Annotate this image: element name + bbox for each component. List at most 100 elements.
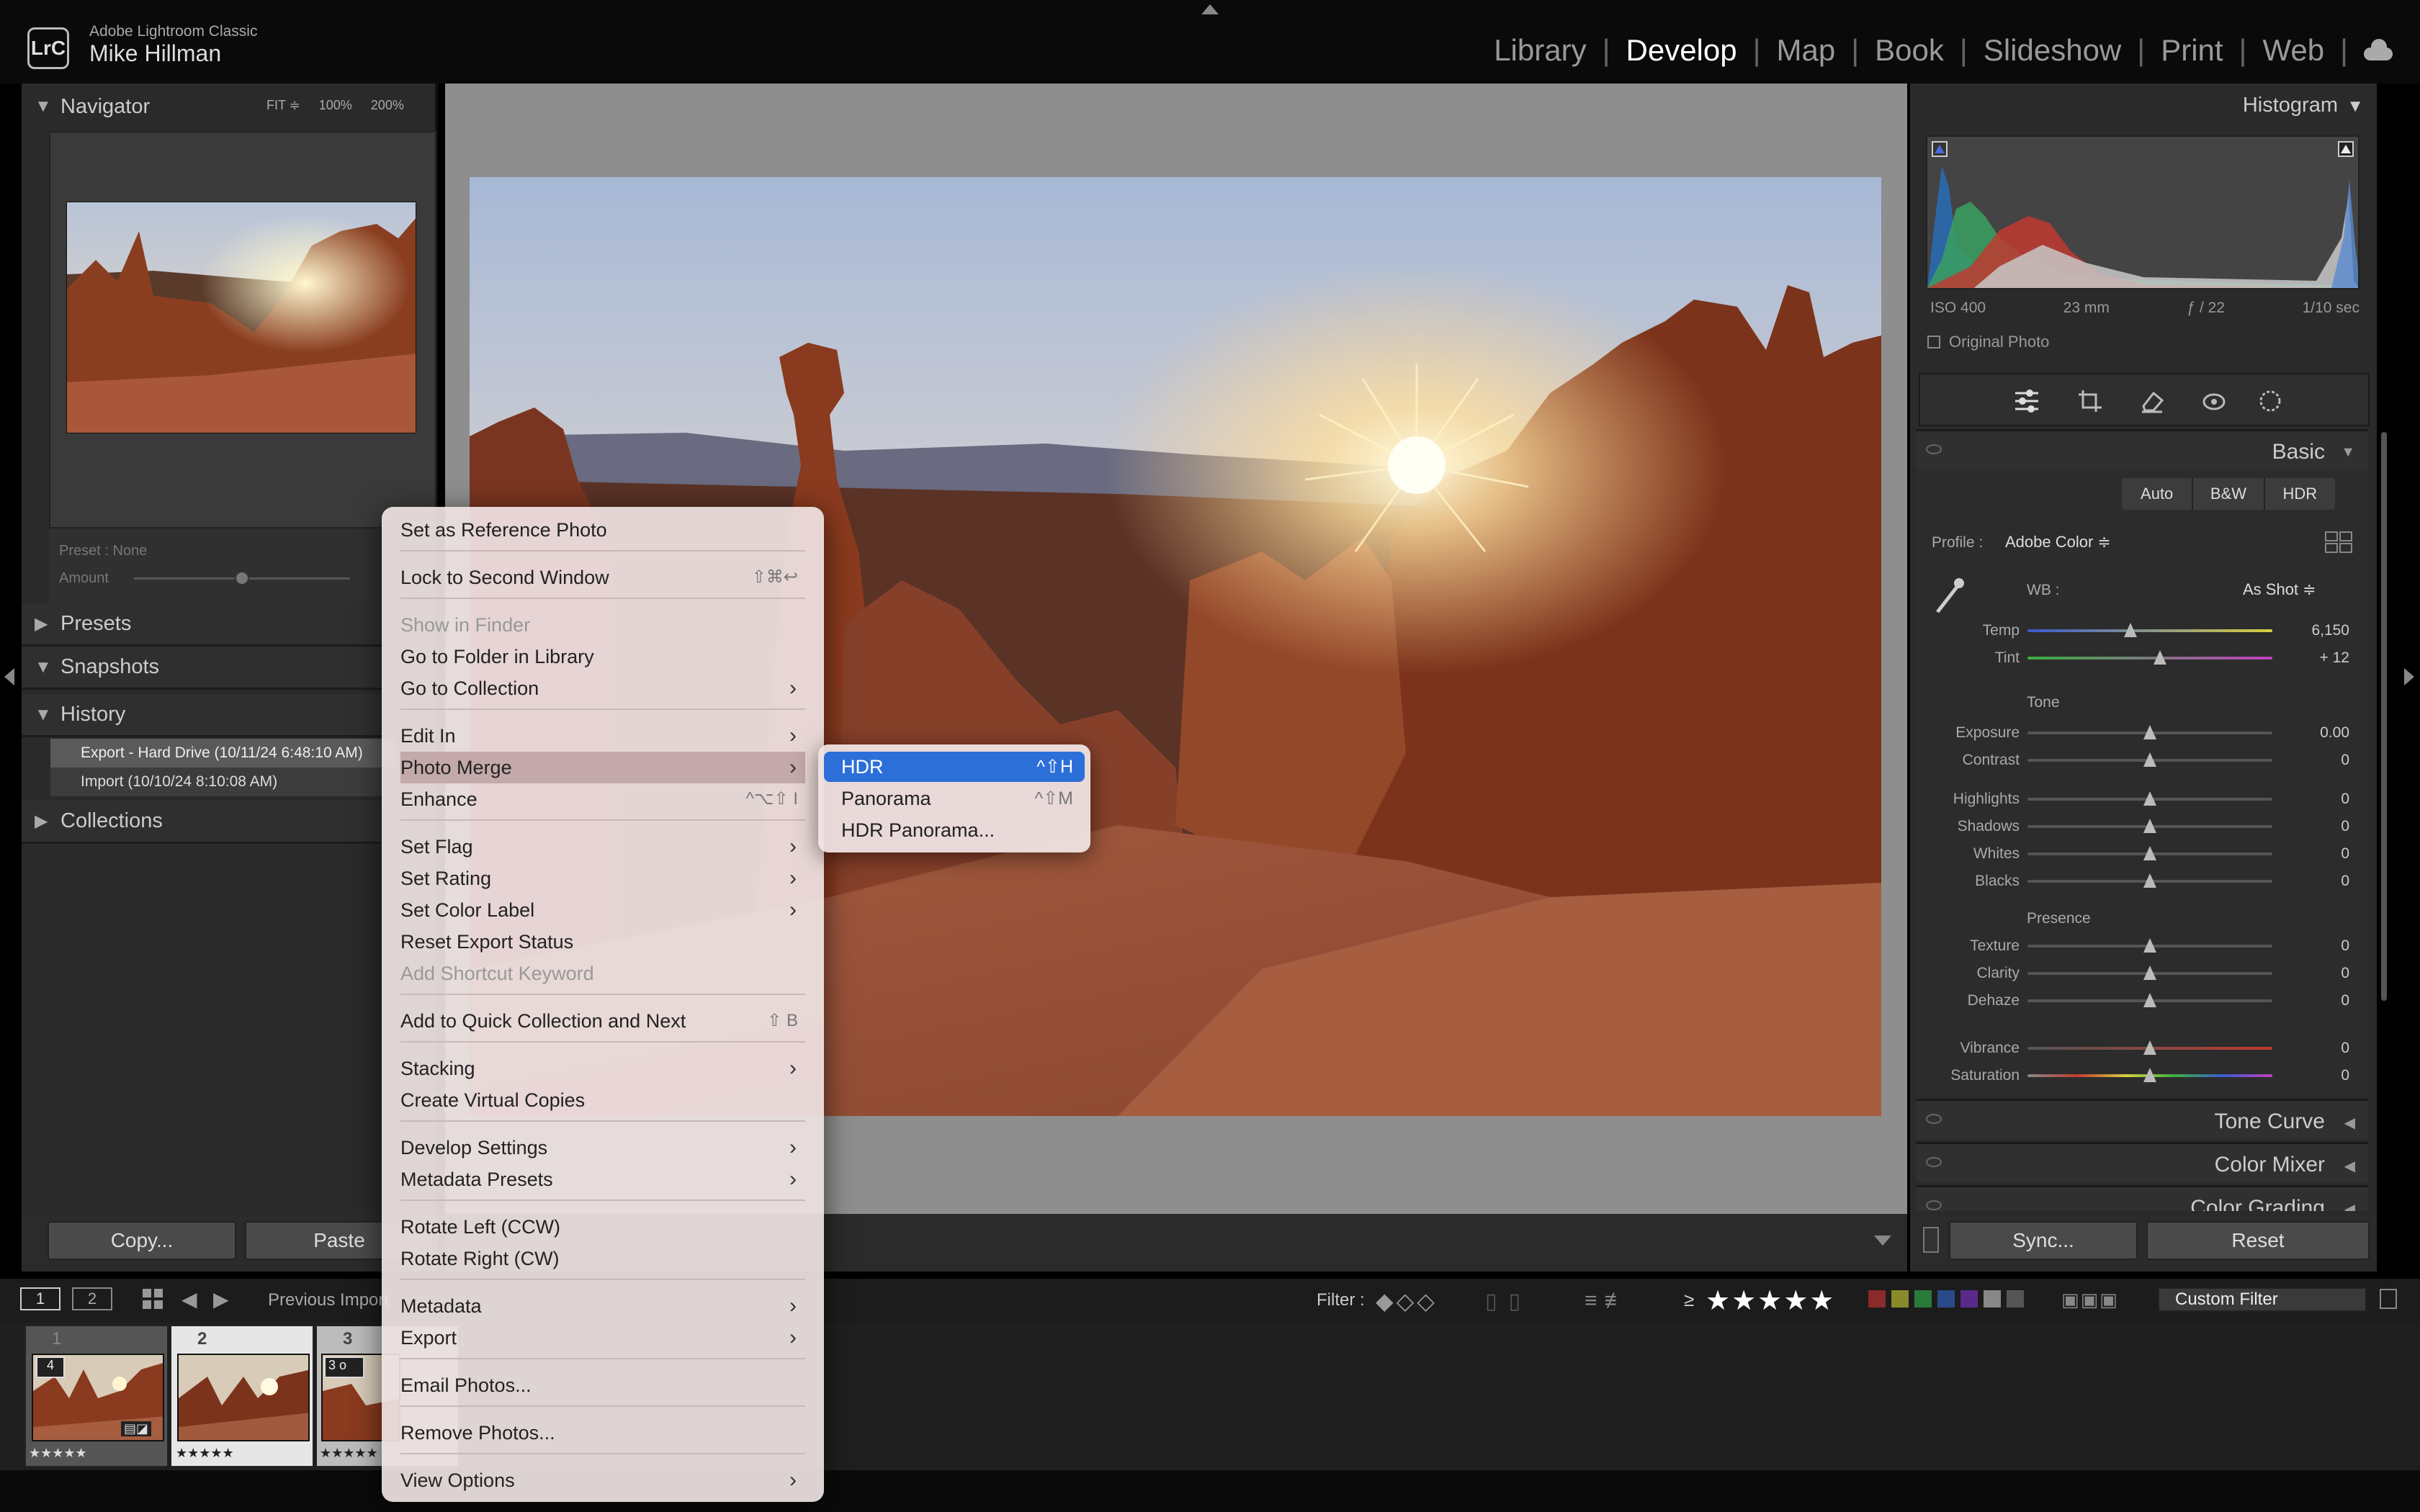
menu-item-view-options[interactable]: View Options ›: [400, 1464, 805, 1496]
menu-item-go-to-collection[interactable]: Go to Collection ›: [400, 672, 805, 704]
color-label-none[interactable]: [2007, 1290, 2024, 1308]
edit-sliders-icon[interactable]: [2014, 389, 2040, 413]
slider-track[interactable]: [2027, 1068, 2272, 1082]
slider-thumb[interactable]: [2123, 623, 2137, 637]
eye-icon[interactable]: [1926, 1200, 1942, 1210]
reset-button[interactable]: Reset: [2146, 1221, 2370, 1260]
main-window-button[interactable]: 1: [20, 1287, 60, 1310]
menu-item-create-virtual-copies[interactable]: Create Virtual Copies: [400, 1084, 805, 1116]
slider-vibrance[interactable]: Vibrance 0: [1916, 1035, 2362, 1063]
slider-thumb[interactable]: [2143, 752, 2156, 767]
color-label-red[interactable]: [1868, 1290, 1886, 1308]
menu-item-email-photos[interactable]: Email Photos...: [400, 1369, 805, 1401]
slider-thumb[interactable]: [2143, 791, 2156, 806]
slider-track[interactable]: [2027, 819, 2272, 833]
stack-badge[interactable]: 3 o: [324, 1356, 364, 1378]
slider-value[interactable]: 0: [2341, 791, 2349, 808]
histogram[interactable]: [1926, 135, 2360, 289]
menu-item-export[interactable]: Export ›: [400, 1322, 805, 1354]
color-label-custom[interactable]: [1984, 1290, 2001, 1308]
edit-filter-icons[interactable]: ▯▯: [1485, 1289, 1532, 1314]
collapse-left-icon[interactable]: [4, 668, 14, 685]
highlight-clipping-icon[interactable]: [2338, 141, 2354, 157]
history-item[interactable]: Export - Hard Drive (10/11/24 6:48:10 AM…: [50, 739, 396, 768]
color-label-purple[interactable]: [1960, 1290, 1978, 1308]
color-label-blue[interactable]: [1937, 1290, 1955, 1308]
color-label-yellow[interactable]: [1891, 1290, 1909, 1308]
menu-item-rotate-left[interactable]: Rotate Left (CCW): [400, 1211, 805, 1243]
slider-value[interactable]: 0: [2341, 1067, 2349, 1084]
slider-value[interactable]: 0.00: [2320, 724, 2349, 742]
slider-thumb[interactable]: [2143, 1068, 2156, 1082]
slider-tint[interactable]: Tint + 12: [1916, 645, 2362, 672]
slider-track[interactable]: [2027, 752, 2272, 767]
module-book[interactable]: Book: [1859, 33, 1960, 68]
menu-item-remove-photos[interactable]: Remove Photos...: [400, 1417, 805, 1449]
submenu-item-hdr[interactable]: HDR ^⇧H: [824, 752, 1085, 782]
slider-whites[interactable]: Whites 0: [1916, 841, 2362, 868]
filmstrip-source[interactable]: Previous Import: [268, 1290, 389, 1310]
profile-dropdown[interactable]: Adobe Color ≑: [2005, 533, 2111, 552]
sync-switch[interactable]: [1923, 1227, 1939, 1253]
slider-track[interactable]: [2027, 966, 2272, 980]
slider-highlights[interactable]: Highlights 0: [1916, 786, 2362, 814]
slider-texture[interactable]: Texture 0: [1916, 933, 2362, 960]
menu-item-go-to-folder[interactable]: Go to Folder in Library: [400, 641, 805, 672]
color-grading-header[interactable]: Color Grading ◀: [1916, 1185, 2368, 1211]
slider-track[interactable]: [2027, 993, 2272, 1007]
amount-slider[interactable]: [134, 571, 350, 585]
slider-track[interactable]: [2027, 873, 2272, 888]
slider-track[interactable]: [2027, 1040, 2272, 1055]
basic-section-header[interactable]: Basic ▼: [1916, 429, 2368, 469]
rating-filter-stars[interactable]: ★★★★★: [1706, 1284, 1835, 1317]
menu-item-edit-in[interactable]: Edit In ›: [400, 720, 805, 752]
menu-item-stacking[interactable]: Stacking ›: [400, 1053, 805, 1084]
menu-item-set-rating[interactable]: Set Rating ›: [400, 863, 805, 894]
slider-track[interactable]: [2027, 725, 2272, 739]
copy-status-filter[interactable]: ▣▣▣: [2061, 1289, 2119, 1311]
copy-button[interactable]: Copy...: [48, 1221, 236, 1260]
collapse-right-icon[interactable]: [2404, 668, 2414, 685]
back-arrow-icon[interactable]: ◀: [182, 1290, 197, 1310]
tone-curve-header[interactable]: Tone Curve ◀: [1916, 1099, 2368, 1139]
auto-button[interactable]: Auto: [2122, 478, 2194, 510]
slider-thumb[interactable]: [2143, 725, 2156, 739]
menu-item-rotate-right[interactable]: Rotate Right (CW): [400, 1243, 805, 1274]
slider-thumb[interactable]: [2143, 938, 2156, 953]
module-library[interactable]: Library: [1478, 33, 1602, 68]
menu-item-add-quick-collection[interactable]: Add to Quick Collection and Next ⇧ B: [400, 1005, 805, 1037]
module-map[interactable]: Map: [1761, 33, 1852, 68]
cloud-icon[interactable]: [2361, 39, 2393, 60]
slider-thumb[interactable]: [2153, 650, 2166, 665]
filter-lock-icon[interactable]: [2380, 1289, 2397, 1309]
module-web[interactable]: Web: [2246, 33, 2340, 68]
menu-item-set-color-label[interactable]: Set Color Label ›: [400, 894, 805, 926]
slider-value[interactable]: 0: [2341, 992, 2349, 1009]
slider-value[interactable]: 0: [2341, 818, 2349, 835]
slider-clarity[interactable]: Clarity 0: [1916, 960, 2362, 988]
module-slideshow[interactable]: Slideshow: [1968, 33, 2137, 68]
original-photo-checkbox[interactable]: [1927, 336, 1940, 348]
history-item[interactable]: Import (10/10/24 8:10:08 AM): [50, 768, 396, 796]
submenu-item-panorama[interactable]: Panorama ^⇧M: [824, 783, 1085, 814]
slider-value[interactable]: 0: [2341, 873, 2349, 890]
healing-eraser-icon[interactable]: [2139, 389, 2165, 413]
hdr-button[interactable]: HDR: [2265, 478, 2335, 510]
slider-track[interactable]: [2027, 938, 2272, 953]
bw-button[interactable]: B&W: [2193, 478, 2265, 510]
slider-track[interactable]: [2027, 791, 2272, 806]
stack-badge[interactable]: 4: [36, 1356, 65, 1378]
zoom-200[interactable]: 200%: [371, 98, 404, 113]
profile-browser-icon[interactable]: [2325, 531, 2352, 553]
red-eye-icon[interactable]: [2201, 389, 2227, 413]
slider-shadows[interactable]: Shadows 0: [1916, 814, 2362, 841]
slider-thumb[interactable]: [2143, 966, 2156, 980]
slider-value[interactable]: 0: [2341, 937, 2349, 955]
slider-thumb[interactable]: [2143, 993, 2156, 1007]
filter-preset-dropdown[interactable]: Custom Filter: [2158, 1287, 2367, 1312]
eye-icon[interactable]: [1926, 1157, 1942, 1167]
slider-value[interactable]: 0: [2341, 752, 2349, 769]
slider-track[interactable]: [2027, 650, 2272, 665]
grid-view-icon[interactable]: [143, 1289, 164, 1310]
collections-header[interactable]: ▶ Collections: [22, 801, 396, 844]
